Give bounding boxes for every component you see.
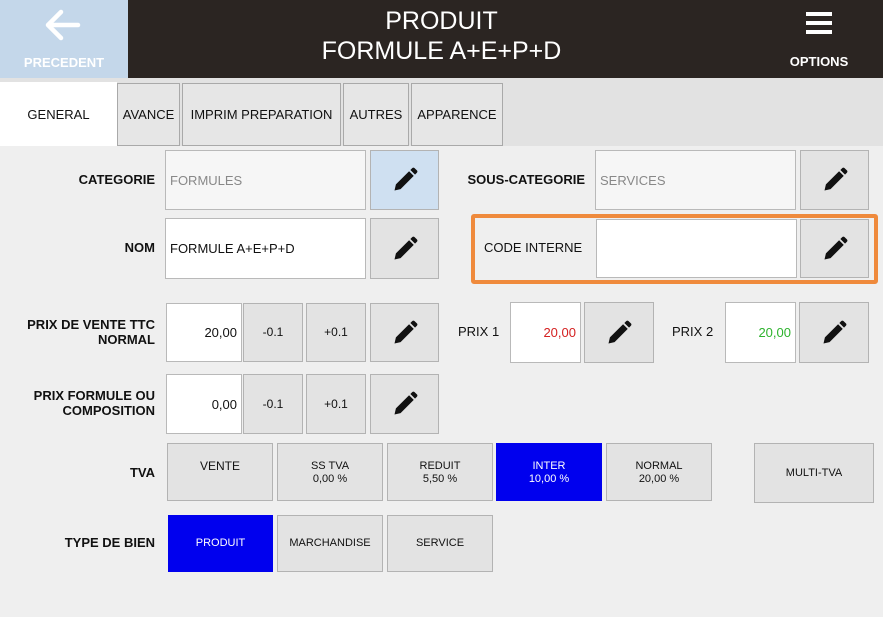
pencil-icon — [394, 236, 417, 259]
tva-label: TVA — [129, 465, 155, 480]
prix-formule-plus-button[interactable]: +0.1 — [306, 374, 366, 434]
nom-field[interactable]: FORMULE A+E+P+D — [165, 218, 366, 279]
edit-prix-formule-button[interactable] — [370, 374, 439, 434]
categorie-field[interactable]: FORMULES — [165, 150, 366, 210]
tab-apparence[interactable]: APPARENCE — [411, 83, 503, 146]
prix-formule-field[interactable]: 0,00 — [166, 374, 242, 434]
prix-vente-field[interactable]: 20,00 — [166, 303, 242, 362]
prix2-field[interactable]: 20,00 — [725, 302, 796, 363]
prix-vente-label: PRIX DE VENTE TTC NORMAL — [27, 317, 155, 347]
type-bien-label: TYPE DE BIEN — [64, 535, 155, 550]
prix-vente-minus-button[interactable]: -0.1 — [243, 303, 303, 362]
menu-icon — [806, 12, 832, 34]
back-label: PRECEDENT — [23, 55, 105, 70]
prix-formule-minus-button[interactable]: -0.1 — [243, 374, 303, 434]
tva-reduit-button[interactable]: REDUIT 5,50 % — [387, 443, 493, 501]
edit-nom-button[interactable] — [370, 218, 439, 279]
prix2-label: PRIX 2 — [672, 324, 714, 339]
multi-tva-button[interactable]: MULTI-TVA — [754, 443, 874, 503]
page-title: PRODUIT FORMULE A+E+P+D — [321, 7, 562, 65]
tva-normal-button[interactable]: NORMAL 20,00 % — [606, 443, 712, 501]
tab-autres[interactable]: AUTRES — [343, 83, 409, 146]
pencil-icon — [394, 320, 417, 343]
sous-categorie-field[interactable]: SERVICES — [595, 150, 796, 210]
top-bar: PRECEDENT PRODUIT FORMULE A+E+P+D OPTION… — [0, 0, 883, 78]
edit-categorie-button[interactable] — [370, 150, 439, 210]
prix-vente-plus-button[interactable]: +0.1 — [306, 303, 366, 362]
pencil-icon — [823, 320, 847, 343]
prix1-label: PRIX 1 — [458, 324, 500, 339]
prix-formule-label: PRIX FORMULE OU COMPOSITION — [33, 388, 155, 418]
edit-prix-vente-button[interactable] — [370, 303, 439, 362]
pencil-icon — [394, 167, 417, 191]
type-marchandise-button[interactable]: MARCHANDISE — [277, 515, 383, 572]
pencil-icon — [608, 320, 632, 343]
options-label: OPTIONS — [789, 54, 849, 69]
code-interne-field[interactable] — [596, 219, 797, 278]
arrow-left-icon — [45, 9, 81, 41]
tab-general[interactable]: GENERAL — [0, 82, 117, 146]
edit-sous-categorie-button[interactable] — [800, 150, 869, 210]
back-button[interactable]: PRECEDENT — [0, 0, 128, 78]
pencil-icon — [824, 236, 847, 259]
pencil-icon — [824, 167, 847, 191]
tva-vente-button[interactable]: VENTE — [167, 443, 273, 501]
categorie-label: CATEGORIE — [78, 172, 155, 187]
edit-prix1-button[interactable] — [584, 302, 654, 363]
edit-prix2-button[interactable] — [799, 302, 869, 363]
tab-avance[interactable]: AVANCE — [117, 83, 180, 146]
prix1-field[interactable]: 20,00 — [510, 302, 581, 363]
sous-categorie-label: SOUS-CATEGORIE — [467, 172, 586, 187]
pencil-icon — [394, 391, 417, 415]
type-produit-button[interactable]: PRODUIT — [168, 515, 273, 572]
code-interne-label: CODE INTERNE — [484, 240, 583, 255]
type-service-button[interactable]: SERVICE — [387, 515, 493, 572]
nom-label: NOM — [124, 240, 155, 255]
options-button[interactable]: OPTIONS — [755, 0, 883, 78]
edit-code-interne-button[interactable] — [800, 219, 869, 278]
tva-ss-tva-button[interactable]: SS TVA 0,00 % — [277, 443, 383, 501]
tva-inter-button[interactable]: INTER 10,00 % — [496, 443, 602, 501]
tab-imprim-preparation[interactable]: IMPRIM PREPARATION — [182, 83, 341, 146]
